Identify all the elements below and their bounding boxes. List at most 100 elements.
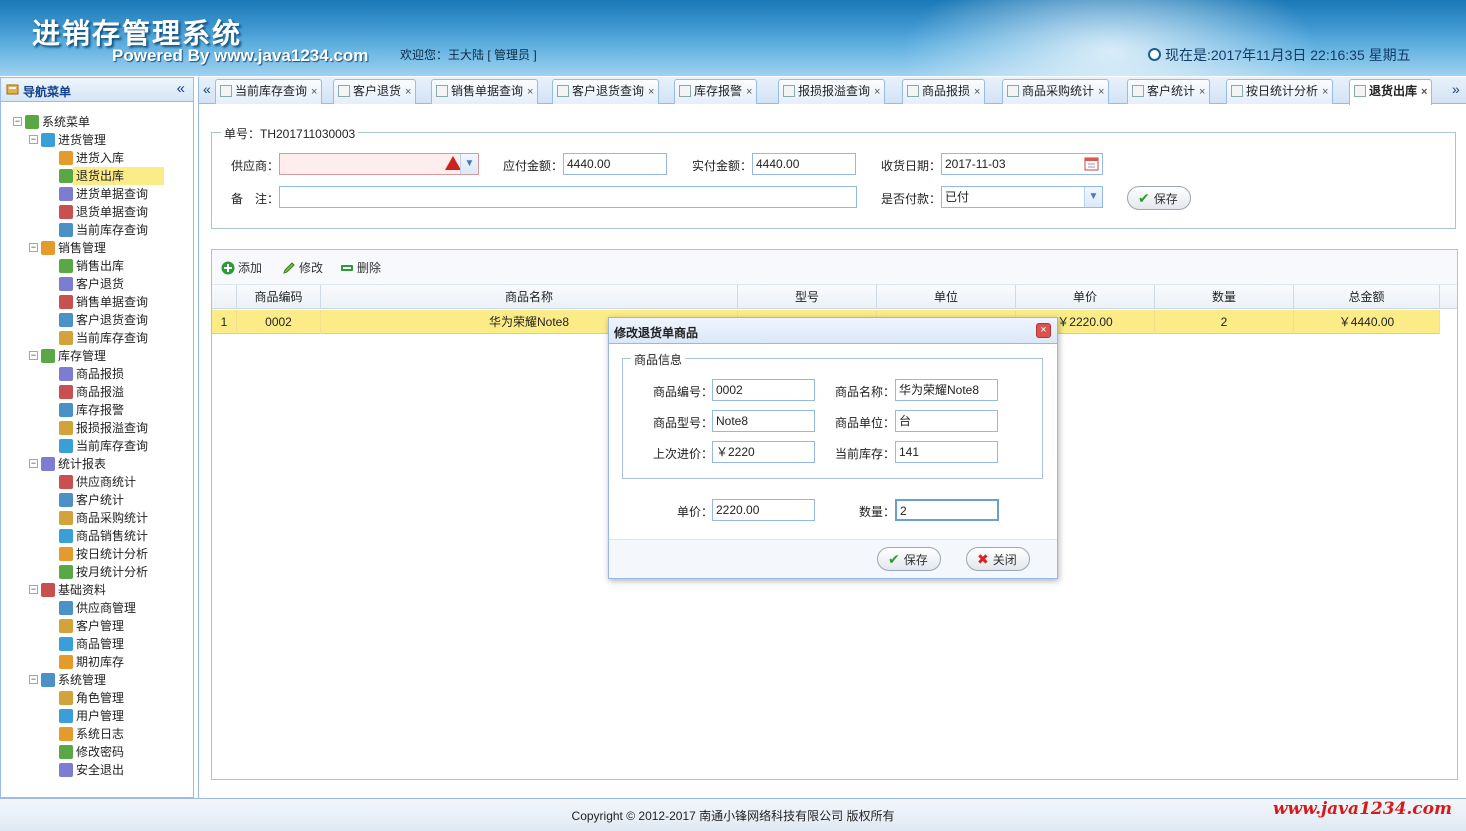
column-header[interactable]: 单价 (1016, 285, 1155, 309)
tab-scroll-left-icon[interactable]: « (203, 81, 211, 97)
tree-toggle-icon[interactable]: − (29, 675, 38, 684)
remark-field[interactable] (279, 186, 857, 208)
tree-toggle-icon[interactable]: − (29, 585, 38, 594)
sidebar-item[interactable]: 当前库存查询 (1, 437, 193, 455)
tab-close-icon[interactable]: × (1322, 86, 1328, 98)
tree-toggle-icon[interactable]: − (29, 459, 38, 468)
sidebar-item[interactable]: 商品报溢 (1, 383, 193, 401)
sidebar-item[interactable]: 当前库存查询 (1, 221, 193, 239)
last-price-field[interactable]: ￥2220 (712, 441, 815, 463)
sidebar-item[interactable]: 退货出库 (1, 167, 193, 185)
sidebar-collapse-icon[interactable]: « (177, 80, 185, 97)
supplier-combobox[interactable]: ▼ (279, 153, 479, 175)
tab[interactable]: 销售单据查询 × (431, 79, 539, 104)
sidebar-item[interactable]: 按月统计分析 (1, 563, 193, 581)
tab[interactable]: 报损报溢查询 × (778, 79, 886, 104)
column-header[interactable]: 总金额 (1294, 285, 1440, 309)
sidebar-item[interactable]: 期初库存 (1, 653, 193, 671)
tab[interactable]: 商品报损 × (902, 79, 986, 104)
sidebar-item[interactable]: 客户退货 (1, 275, 193, 293)
payable-amount-field[interactable]: 4440.00 (563, 153, 667, 175)
goods-code-field[interactable]: 0002 (712, 379, 815, 401)
tab[interactable]: 当前库存查询 × (215, 79, 323, 104)
calendar-icon[interactable] (1084, 156, 1099, 171)
tab-close-icon[interactable]: × (746, 86, 752, 98)
sidebar-item[interactable]: 系统日志 (1, 725, 193, 743)
tab[interactable]: 按日统计分析 × (1226, 79, 1334, 104)
tab[interactable]: 客户退货查询 × (552, 79, 660, 104)
sidebar-item[interactable]: 客户统计 (1, 491, 193, 509)
column-header[interactable]: 单位 (877, 285, 1016, 309)
sidebar-item[interactable]: 修改密码 (1, 743, 193, 761)
sidebar-item[interactable]: 进货单据查询 (1, 185, 193, 203)
goods-unit-field[interactable]: 台 (895, 410, 998, 432)
sidebar-item[interactable]: 商品报损 (1, 365, 193, 383)
tab[interactable]: 商品采购统计 × (1002, 79, 1110, 104)
delete-button[interactable]: 删除 (340, 259, 381, 276)
tab-scroll-right-icon[interactable]: » (1452, 81, 1460, 97)
sidebar-item[interactable]: 当前库存查询 (1, 329, 193, 347)
tab[interactable]: 库存报警 × (674, 79, 758, 104)
unit-price-input[interactable]: 2220.00 (712, 499, 815, 521)
chevron-down-icon[interactable]: ▼ (460, 154, 478, 174)
column-header[interactable]: 商品名称 (321, 285, 738, 309)
sidebar-item[interactable]: 客户退货查询 (1, 311, 193, 329)
sidebar-item[interactable]: 销售出库 (1, 257, 193, 275)
sidebar-item[interactable]: 安全退出 (1, 761, 193, 779)
close-icon[interactable]: × (1036, 323, 1051, 338)
tree-toggle-icon[interactable]: − (13, 117, 22, 126)
sidebar-item[interactable]: 销售单据查询 (1, 293, 193, 311)
paid-amount-field[interactable]: 4440.00 (752, 153, 856, 175)
sidebar-item[interactable]: 退货单据查询 (1, 203, 193, 221)
tab-close-icon[interactable]: × (1098, 86, 1104, 98)
save-order-button[interactable]: ✔ 保存 (1127, 186, 1191, 210)
sidebar-group[interactable]: − 基础资料 (1, 581, 193, 599)
tree-toggle-icon[interactable]: − (29, 351, 38, 360)
sidebar-group[interactable]: − 进货管理 (1, 131, 193, 149)
tab-close-icon[interactable]: × (1199, 86, 1205, 98)
current-stock-field[interactable]: 141 (895, 441, 998, 463)
tab[interactable]: 退货出库 × (1349, 79, 1433, 105)
tree-toggle-icon[interactable]: − (29, 135, 38, 144)
sidebar-group[interactable]: − 销售管理 (1, 239, 193, 257)
quantity-input[interactable]: 2 (895, 499, 999, 521)
column-header[interactable]: 型号 (738, 285, 877, 309)
tab[interactable]: 客户退货 × (333, 79, 417, 104)
sidebar-item[interactable]: 供应商管理 (1, 599, 193, 617)
sidebar-item[interactable]: 用户管理 (1, 707, 193, 725)
tab-close-icon[interactable]: × (648, 86, 654, 98)
tree-toggle-icon[interactable]: − (29, 243, 38, 252)
sidebar-item[interactable]: 库存报警 (1, 401, 193, 419)
dialog-save-button[interactable]: ✔ 保存 (877, 547, 941, 571)
chevron-down-icon[interactable]: ▼ (1084, 187, 1102, 207)
goods-model-field[interactable]: Note8 (712, 410, 815, 432)
sidebar-item[interactable]: 商品销售统计 (1, 527, 193, 545)
edit-button[interactable]: 修改 (282, 259, 323, 276)
goods-name-field[interactable]: 华为荣耀Note8 (895, 379, 998, 401)
column-header[interactable]: 数量 (1155, 285, 1294, 309)
sidebar-item[interactable]: 商品管理 (1, 635, 193, 653)
sidebar-item[interactable]: 进货入库 (1, 149, 193, 167)
payment-status-select[interactable]: 已付 ▼ (941, 186, 1103, 208)
sidebar-item[interactable]: 客户管理 (1, 617, 193, 635)
sidebar-item[interactable]: 报损报溢查询 (1, 419, 193, 437)
sidebar-item[interactable]: 商品采购统计 (1, 509, 193, 527)
tab[interactable]: 客户统计 × (1127, 79, 1211, 104)
tab-close-icon[interactable]: × (527, 86, 533, 98)
sidebar-item[interactable]: 按日统计分析 (1, 545, 193, 563)
tab-close-icon[interactable]: × (311, 86, 317, 98)
tab-close-icon[interactable]: × (974, 86, 980, 98)
sidebar-item[interactable]: 供应商统计 (1, 473, 193, 491)
tree-root[interactable]: − 系统菜单 (1, 113, 193, 131)
dialog-close-button[interactable]: ✖ 关闭 (966, 547, 1030, 571)
column-header[interactable]: 商品编码 (237, 285, 321, 309)
sidebar-group[interactable]: − 统计报表 (1, 455, 193, 473)
tab-close-icon[interactable]: × (405, 86, 411, 98)
add-button[interactable]: 添加 (221, 259, 262, 276)
sidebar-item[interactable]: 角色管理 (1, 689, 193, 707)
receive-date-field[interactable]: 2017-11-03 (941, 153, 1103, 175)
tab-close-icon[interactable]: × (874, 86, 880, 98)
sidebar-group[interactable]: − 系统管理 (1, 671, 193, 689)
tab-close-icon[interactable]: × (1421, 86, 1427, 98)
sidebar-group[interactable]: − 库存管理 (1, 347, 193, 365)
